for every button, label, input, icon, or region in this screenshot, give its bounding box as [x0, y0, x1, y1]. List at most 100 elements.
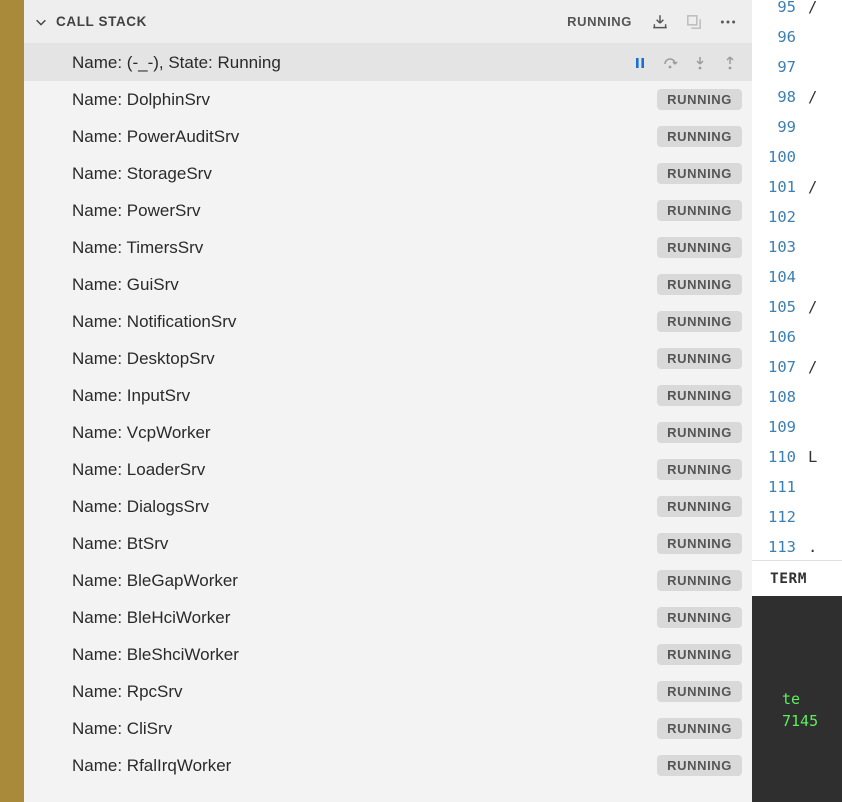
thread-label: Name: VcpWorker: [72, 423, 649, 443]
thread-state-badge: RUNNING: [657, 570, 742, 591]
line-number: 103: [752, 232, 800, 262]
thread-state-badge: RUNNING: [657, 718, 742, 739]
line-number: 98: [752, 82, 800, 112]
line-number: 100: [752, 142, 800, 172]
thread-state-badge: RUNNING: [657, 755, 742, 776]
thread-row[interactable]: Name: RpcSrv RUNNING: [24, 673, 752, 710]
editor-line-fragment: L: [808, 442, 817, 472]
thread-row[interactable]: Name: BleShciWorkerRUNNING: [24, 636, 752, 673]
line-number: 105: [752, 292, 800, 322]
line-number: 97: [752, 52, 800, 82]
thread-state-badge: RUNNING: [657, 200, 742, 221]
line-number: 113: [752, 532, 800, 562]
step-into-icon[interactable]: [688, 51, 712, 75]
thread-state-badge: RUNNING: [657, 422, 742, 443]
thread-label: Name: PowerSrv: [72, 201, 649, 221]
line-number: 107: [752, 352, 800, 382]
line-number: 109: [752, 412, 800, 442]
step-out-icon[interactable]: [718, 51, 742, 75]
thread-label: Name: CliSrv: [72, 719, 649, 739]
activity-bar: [0, 0, 24, 802]
thread-label: Name: GuiSrv: [72, 275, 649, 295]
thread-row[interactable]: Name: BleHciWorker RUNNING: [24, 599, 752, 636]
line-number: 108: [752, 382, 800, 412]
thread-row[interactable]: Name: PowerAuditSrv RUNNING: [24, 118, 752, 155]
editor-content: / / / / / L .: [808, 0, 817, 562]
editor-line-fragment: /: [808, 292, 817, 322]
thread-row[interactable]: Name: LoaderSrvRUNNING: [24, 451, 752, 488]
call-stack-panel: CALL STACK RUNNING Name: (-_-), State: R…: [24, 0, 752, 802]
thread-controls: [628, 51, 742, 75]
thread-state-badge: RUNNING: [657, 126, 742, 147]
download-sessions-icon[interactable]: [646, 8, 674, 36]
thread-row[interactable]: Name: BtSrv RUNNING: [24, 525, 752, 562]
thread-label: Name: DolphinSrv: [72, 90, 649, 110]
line-number: 110: [752, 442, 800, 472]
step-over-icon[interactable]: [658, 51, 682, 75]
editor-line-fragment: [808, 472, 817, 502]
thread-label: Name: TimersSrv: [72, 238, 649, 258]
thread-state-badge: RUNNING: [657, 496, 742, 517]
thread-row-current[interactable]: Name: (-_-), State: Running: [24, 44, 752, 81]
thread-state-badge: RUNNING: [657, 681, 742, 702]
thread-label: Name: BleGapWorker: [72, 571, 649, 591]
thread-row[interactable]: Name: InputSrvRUNNING: [24, 377, 752, 414]
thread-state-badge: RUNNING: [657, 533, 742, 554]
thread-label: Name: PowerAuditSrv: [72, 127, 649, 147]
editor-line-fragment: [808, 502, 817, 532]
thread-row[interactable]: Name: BleGapWorker RUNNING: [24, 562, 752, 599]
thread-label: Name: DesktopSrv: [72, 349, 649, 369]
thread-row[interactable]: Name: DialogsSrvRUNNING: [24, 488, 752, 525]
editor-line-fragment: /: [808, 82, 817, 112]
line-number: 106: [752, 322, 800, 352]
thread-row[interactable]: Name: CliSrv RUNNING: [24, 710, 752, 747]
thread-row[interactable]: Name: DesktopSrvRUNNING: [24, 340, 752, 377]
editor-line-fragment: [808, 262, 817, 292]
thread-row[interactable]: Name: PowerSrv RUNNING: [24, 192, 752, 229]
editor-line-fragment: [808, 202, 817, 232]
terminal-tab[interactable]: TERM: [752, 560, 842, 596]
thread-list: Name: (-_-), State: Running Name: Dolphi…: [24, 44, 752, 802]
thread-state-badge: RUNNING: [657, 237, 742, 258]
editor-line-fragment: [808, 22, 817, 52]
thread-row[interactable]: Name: NotificationSrvRUNNING: [24, 303, 752, 340]
line-number: 111: [752, 472, 800, 502]
editor-line-fragment: [808, 112, 817, 142]
thread-state-badge: RUNNING: [657, 274, 742, 295]
terminal-body[interactable]: te 7145: [752, 596, 842, 802]
line-number: 95: [752, 0, 800, 22]
line-number: 104: [752, 262, 800, 292]
thread-row[interactable]: Name: GuiSrv RUNNING: [24, 266, 752, 303]
editor-line-fragment: [808, 412, 817, 442]
line-number: 99: [752, 112, 800, 142]
thread-label: Name: NotificationSrv: [72, 312, 649, 332]
line-number: 96: [752, 22, 800, 52]
editor-line-fragment: [808, 142, 817, 172]
thread-row[interactable]: Name: VcpWorker RUNNING: [24, 414, 752, 451]
thread-row[interactable]: Name: RfalIrqWorkerRUNNING: [24, 747, 752, 784]
terminal-line: te: [782, 688, 836, 710]
line-number: 101: [752, 172, 800, 202]
chevron-down-icon[interactable]: [32, 15, 50, 29]
thread-label: Name: BleShciWorker: [72, 645, 649, 665]
collapse-all-icon[interactable]: [680, 8, 708, 36]
line-number-gutter: 9596979899100101102103104105106107108109…: [752, 0, 800, 562]
editor-area: 9596979899100101102103104105106107108109…: [752, 0, 842, 802]
thread-row[interactable]: Name: DolphinSrv RUNNING: [24, 81, 752, 118]
more-actions-icon[interactable]: [714, 8, 742, 36]
thread-state-badge: RUNNING: [657, 89, 742, 110]
thread-label: Name: BtSrv: [72, 534, 649, 554]
editor-line-fragment: /: [808, 172, 817, 202]
terminal-line: 7145: [782, 710, 836, 732]
panel-status: RUNNING: [567, 14, 632, 29]
thread-label: Name: (-_-), State: Running: [72, 53, 620, 73]
thread-label: Name: RpcSrv: [72, 682, 649, 702]
editor-line-fragment: .: [808, 532, 817, 562]
thread-row[interactable]: Name: TimersSrv RUNNING: [24, 229, 752, 266]
editor-line-fragment: [808, 52, 817, 82]
thread-state-badge: RUNNING: [657, 607, 742, 628]
thread-label: Name: BleHciWorker: [72, 608, 649, 628]
pause-icon[interactable]: [628, 51, 652, 75]
thread-row[interactable]: Name: StorageSrvRUNNING: [24, 155, 752, 192]
editor-line-fragment: /: [808, 0, 817, 22]
